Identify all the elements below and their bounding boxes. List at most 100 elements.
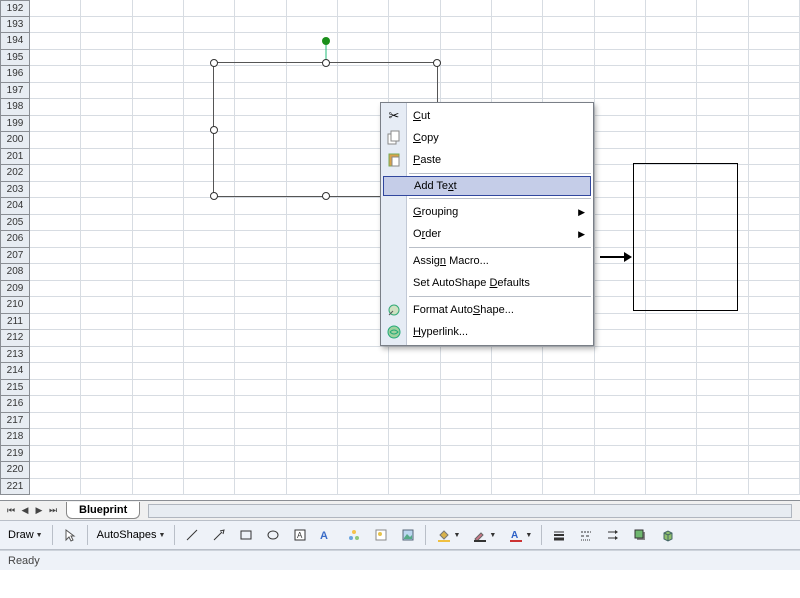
cell[interactable] (543, 33, 594, 50)
row-header[interactable]: 204 (0, 198, 30, 215)
fill-color-button[interactable]: ▼ (431, 524, 464, 546)
cell[interactable] (595, 99, 646, 116)
cell[interactable] (235, 248, 286, 265)
cell[interactable] (287, 248, 338, 265)
cell[interactable] (441, 0, 492, 17)
font-color-button[interactable]: A▼ (503, 524, 536, 546)
cell[interactable] (81, 66, 132, 83)
cell[interactable] (492, 479, 543, 496)
cell[interactable] (30, 314, 81, 331)
cell[interactable] (30, 33, 81, 50)
cell[interactable] (235, 0, 286, 17)
cell[interactable] (749, 165, 800, 182)
cell[interactable] (81, 314, 132, 331)
cell[interactable] (184, 264, 235, 281)
cell[interactable] (441, 380, 492, 397)
row-header[interactable]: 199 (0, 116, 30, 133)
cell[interactable] (595, 66, 646, 83)
cell[interactable] (235, 413, 286, 430)
row-header[interactable]: 194 (0, 33, 30, 50)
cell[interactable] (697, 17, 748, 34)
cell[interactable] (184, 413, 235, 430)
tab-nav-next[interactable]: ▶ (32, 503, 46, 519)
cell[interactable] (543, 17, 594, 34)
cell[interactable] (184, 380, 235, 397)
cell[interactable] (338, 396, 389, 413)
cell[interactable] (133, 380, 184, 397)
select-objects-button[interactable] (58, 524, 82, 546)
row-header[interactable]: 221 (0, 479, 30, 496)
cell[interactable] (81, 347, 132, 364)
cell[interactable] (441, 462, 492, 479)
cell[interactable] (697, 363, 748, 380)
row-header[interactable]: 203 (0, 182, 30, 199)
cell[interactable] (749, 99, 800, 116)
menu-item-grouping[interactable]: Grouping ▶ (381, 201, 593, 223)
cell[interactable] (235, 446, 286, 463)
cell[interactable] (749, 248, 800, 265)
cell[interactable] (287, 198, 338, 215)
cell[interactable] (338, 479, 389, 496)
cell[interactable] (595, 462, 646, 479)
cell[interactable] (287, 33, 338, 50)
cell[interactable] (646, 33, 697, 50)
cell[interactable] (389, 413, 440, 430)
cell[interactable] (81, 479, 132, 496)
cell[interactable] (543, 396, 594, 413)
cell[interactable] (184, 297, 235, 314)
cell[interactable] (492, 347, 543, 364)
cell[interactable] (646, 116, 697, 133)
cell[interactable] (646, 396, 697, 413)
cell[interactable] (184, 198, 235, 215)
resize-handle-top-middle[interactable] (322, 59, 330, 67)
cell[interactable] (133, 231, 184, 248)
cell[interactable] (749, 0, 800, 17)
cell[interactable] (595, 0, 646, 17)
cell[interactable] (543, 50, 594, 67)
cell[interactable] (338, 413, 389, 430)
cell[interactable] (235, 314, 286, 331)
cell[interactable] (749, 83, 800, 100)
cell[interactable] (30, 446, 81, 463)
cell[interactable] (133, 347, 184, 364)
cell[interactable] (133, 50, 184, 67)
cell[interactable] (287, 281, 338, 298)
cell[interactable] (749, 17, 800, 34)
cell[interactable] (287, 396, 338, 413)
cell[interactable] (749, 281, 800, 298)
cell[interactable] (697, 429, 748, 446)
cell[interactable] (81, 248, 132, 265)
cell[interactable] (133, 215, 184, 232)
cell[interactable] (81, 17, 132, 34)
cell[interactable] (646, 330, 697, 347)
cell[interactable] (749, 66, 800, 83)
cell[interactable] (81, 429, 132, 446)
cell[interactable] (30, 132, 81, 149)
cell[interactable] (492, 396, 543, 413)
cell[interactable] (697, 66, 748, 83)
cell[interactable] (492, 429, 543, 446)
cell[interactable] (81, 182, 132, 199)
cell[interactable] (441, 429, 492, 446)
row-header[interactable]: 198 (0, 99, 30, 116)
line-tool[interactable] (180, 524, 204, 546)
cell[interactable] (595, 132, 646, 149)
cell[interactable] (749, 149, 800, 166)
cell[interactable] (287, 446, 338, 463)
cell[interactable] (646, 99, 697, 116)
cell[interactable] (133, 281, 184, 298)
row-header[interactable]: 220 (0, 462, 30, 479)
cell[interactable] (492, 462, 543, 479)
cell[interactable] (595, 116, 646, 133)
row-header[interactable]: 211 (0, 314, 30, 331)
cell[interactable] (749, 363, 800, 380)
cell[interactable] (749, 231, 800, 248)
cell[interactable] (81, 330, 132, 347)
cell[interactable] (646, 462, 697, 479)
cell[interactable] (184, 429, 235, 446)
cell[interactable] (30, 462, 81, 479)
row-header[interactable]: 212 (0, 330, 30, 347)
cell[interactable] (441, 33, 492, 50)
cell[interactable] (133, 314, 184, 331)
cell[interactable] (492, 380, 543, 397)
